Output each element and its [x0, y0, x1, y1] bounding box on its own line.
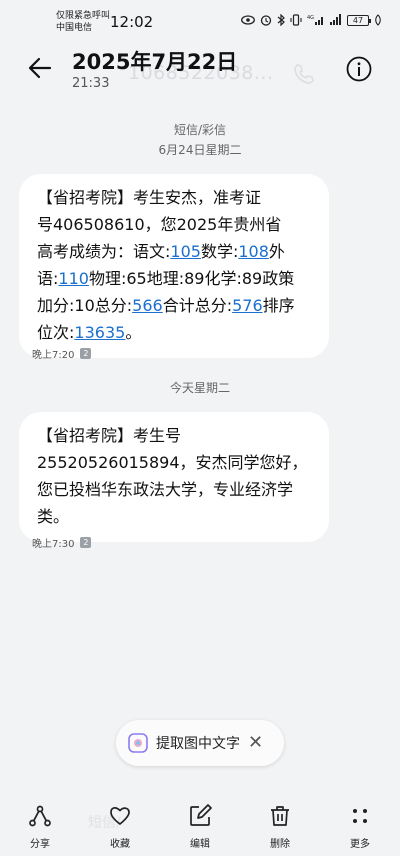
more-button[interactable]: 更多	[330, 798, 390, 851]
edit-button[interactable]: 编辑	[170, 798, 230, 851]
message-bubble[interactable]: 【省招考院】考生号 25520526015894，安杰同学您好， 您已投档华东政…	[19, 412, 329, 542]
message-line: 【省招考院】考生安杰，准考证	[37, 188, 262, 207]
page-title: 2025年7月22日	[72, 50, 238, 74]
info-icon[interactable]	[346, 56, 372, 82]
message-line: 类。	[37, 507, 70, 526]
favorite-label: 收藏	[110, 839, 130, 850]
edit-label: 编辑	[190, 839, 210, 850]
conversation-header: 1068522038... 2025年7月22日 21:33	[0, 40, 400, 100]
bluetooth-icon	[277, 14, 285, 26]
sim-card-icon: 2	[80, 348, 92, 359]
share-label: 分享	[30, 839, 50, 850]
number-link[interactable]: 110	[58, 269, 89, 288]
message-line: 语:110物理:65地理:89化学:89政策	[37, 269, 295, 288]
eye-icon	[241, 15, 255, 25]
bottom-toolbar: 分享 收藏 编辑 删除 更多	[0, 798, 400, 856]
status-clock: 12:02	[110, 13, 154, 31]
message-type-label: 短信/彩信	[173, 123, 227, 137]
share-icon	[29, 805, 51, 827]
message-time: 晚上7:20	[32, 350, 75, 361]
date-divider: 今天星期二	[169, 381, 230, 395]
close-icon[interactable]: ✕	[248, 734, 263, 752]
message-line: 号406508610，您2025年贵州省	[37, 215, 282, 234]
sim-card-icon: 2	[80, 537, 92, 548]
number-link[interactable]: 576	[232, 296, 263, 315]
status-icons: 4G 47	[241, 14, 382, 26]
number-link[interactable]: 566	[132, 296, 163, 315]
message-line: 加分:10总分:566合计总分:576排序	[37, 296, 295, 315]
signal-bars-icon	[330, 14, 341, 25]
svg-text:4G: 4G	[307, 15, 314, 21]
heart-icon	[110, 807, 130, 825]
delete-label: 删除	[270, 839, 290, 850]
carrier-info: 仅限紧急呼叫 中国电信	[56, 10, 110, 34]
status-bar: 仅限紧急呼叫 中国电信 12:02 4G 47	[0, 0, 400, 40]
more-label: 更多	[350, 839, 370, 850]
message-time: 晚上7:30	[32, 539, 75, 550]
extract-text-popup[interactable]: 提取图中文字 ✕	[116, 720, 284, 766]
message-line: 高考成绩为：语文:105数学:108外	[37, 242, 285, 261]
page-subtitle: 21:33	[72, 76, 110, 91]
alarm-icon	[260, 15, 272, 26]
more-dots-icon	[353, 809, 367, 823]
ai-scan-icon	[128, 733, 148, 753]
back-arrow-icon[interactable]	[26, 54, 54, 82]
number-link[interactable]: 108	[238, 242, 269, 261]
number-link[interactable]: 105	[170, 242, 201, 261]
carrier-name: 中国电信	[56, 23, 93, 33]
message-line: 【省招考院】考生号	[37, 426, 182, 445]
vibrate-icon	[290, 14, 302, 26]
message-meta: 晚上7:20 2	[32, 346, 92, 361]
date-divider: 6月24日星期二	[158, 143, 242, 157]
message-line: 25520526015894，安杰同学您好，	[37, 453, 308, 472]
message-meta: 晚上7:30 2	[32, 535, 92, 550]
message-line: 位次:13635。	[37, 323, 142, 342]
leaf-icon	[375, 14, 381, 26]
number-link[interactable]: 13635	[74, 323, 125, 342]
extract-text-label[interactable]: 提取图中文字	[156, 733, 240, 753]
share-button[interactable]: 分享	[10, 798, 70, 851]
carrier-emergency-label: 仅限紧急呼叫	[56, 11, 111, 21]
trash-icon	[271, 806, 289, 826]
message-bubble[interactable]: 【省招考院】考生安杰，准考证 号406508610，您2025年贵州省 高考成绩…	[19, 174, 329, 358]
battery-icon: 47	[347, 14, 371, 26]
signal-4g-icon: 4G	[307, 15, 323, 25]
message-line: 您已投档华东政法大学，专业经济学	[37, 480, 294, 499]
edit-icon	[190, 804, 212, 826]
phone-icon	[294, 64, 314, 84]
favorite-button[interactable]: 收藏	[90, 798, 150, 851]
delete-button[interactable]: 删除	[250, 798, 310, 851]
